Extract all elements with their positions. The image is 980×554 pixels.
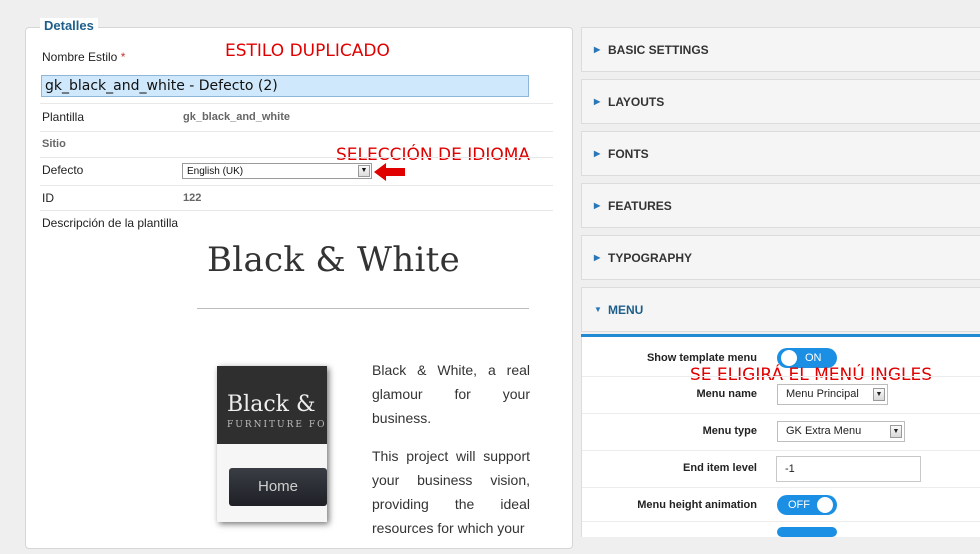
style-name-label-text: Nombre Estilo (42, 50, 118, 64)
red-arrow-icon (374, 163, 405, 181)
preview-paragraph: Black & White, a real glamour for your b… (372, 362, 530, 426)
menu-name-select[interactable]: Menu Principal ▼ (777, 384, 888, 405)
thumbnail-home-button: Home (229, 468, 327, 506)
accordion-fonts[interactable]: ▶ FONTS (581, 131, 980, 176)
annotation-duplicated: ESTILO DUPLICADO (225, 41, 390, 61)
caret-down-icon: ▼ (594, 305, 602, 314)
divider (582, 521, 980, 522)
menu-type-select[interactable]: GK Extra Menu ▼ (777, 421, 905, 442)
toggle-knob (781, 350, 797, 366)
required-mark: * (120, 50, 126, 64)
default-label: Defecto (42, 163, 84, 177)
menu-name-label: Menu name (696, 388, 757, 400)
divider (40, 185, 553, 186)
accordion-label: MENU (608, 303, 644, 317)
show-menu-label: Show template menu (646, 352, 757, 364)
end-level-input[interactable]: -1 (776, 456, 921, 482)
divider (40, 131, 553, 132)
style-name-input[interactable]: gk_black_and_white - Defecto (2) (41, 75, 529, 97)
template-thumbnail: Black & FURNITURE FOR Home (217, 366, 327, 522)
annotation-menu: SE ELIGIRÁ EL MENÚ INGLES (690, 365, 933, 385)
divider (40, 210, 553, 211)
end-level-label: End item level (683, 462, 757, 474)
divider (40, 103, 553, 104)
caret-right-icon: ▶ (594, 149, 601, 158)
accordion-layouts[interactable]: ▶ LAYOUTS (581, 79, 980, 124)
caret-right-icon: ▶ (594, 201, 601, 210)
id-label: ID (42, 191, 54, 205)
accordion-menu[interactable]: ▼ MENU (581, 287, 980, 332)
template-label: Plantilla (42, 110, 85, 124)
chevron-down-icon[interactable]: ▼ (890, 425, 902, 438)
divider (582, 376, 980, 377)
accordion-label: TYPOGRAPHY (608, 251, 693, 265)
id-value: 122 (183, 192, 202, 204)
accordion-label: FONTS (608, 147, 649, 161)
caret-right-icon: ▶ (594, 97, 601, 106)
preview-description: Black & White, a real glamour for your b… (372, 358, 530, 554)
description-label: Descripción de la plantilla (42, 216, 179, 230)
site-label: Sitio (42, 138, 66, 150)
height-animation-label: Menu height animation (637, 499, 757, 511)
style-name-label: Nombre Estilo * (42, 50, 125, 64)
details-legend: Detalles (40, 18, 98, 33)
divider (582, 413, 980, 414)
menu-name-value: Menu Principal (786, 388, 859, 400)
chevron-down-icon[interactable]: ▼ (873, 388, 885, 401)
menu-type-label: Menu type (702, 425, 757, 437)
language-select-value: English (UK) (187, 166, 244, 177)
toggle-state: OFF (788, 499, 810, 511)
caret-right-icon: ▶ (594, 45, 601, 54)
thumbnail-subtitle: FURNITURE FOR (227, 420, 327, 430)
chevron-down-icon[interactable]: ▼ (358, 165, 370, 177)
accordion-label: BASIC SETTINGS (608, 43, 709, 57)
preview-title: Black & White (207, 240, 461, 280)
divider (40, 157, 553, 158)
template-value: gk_black_and_white (183, 111, 290, 123)
thumbnail-logo: Black & (227, 392, 316, 417)
toggle-knob (817, 497, 833, 513)
accordion-label: FEATURES (608, 199, 672, 213)
accordion-features[interactable]: ▶ FEATURES (581, 183, 980, 228)
height-animation-toggle[interactable]: OFF (777, 495, 837, 515)
next-toggle[interactable] (777, 527, 837, 537)
preview-paragraph: This project will support your business … (372, 448, 530, 536)
language-select[interactable]: English (UK) ▼ (182, 163, 372, 179)
accordion-typography[interactable]: ▶ TYPOGRAPHY (581, 235, 980, 280)
annotation-language: SELECCIÓN DE IDIOMA (336, 145, 531, 165)
menu-type-value: GK Extra Menu (786, 425, 862, 437)
accordion-label: LAYOUTS (608, 95, 665, 109)
caret-right-icon: ▶ (594, 253, 601, 262)
preview-divider (197, 308, 529, 309)
accordion-basic-settings[interactable]: ▶ BASIC SETTINGS (581, 27, 980, 72)
divider (582, 487, 980, 488)
divider (582, 450, 980, 451)
